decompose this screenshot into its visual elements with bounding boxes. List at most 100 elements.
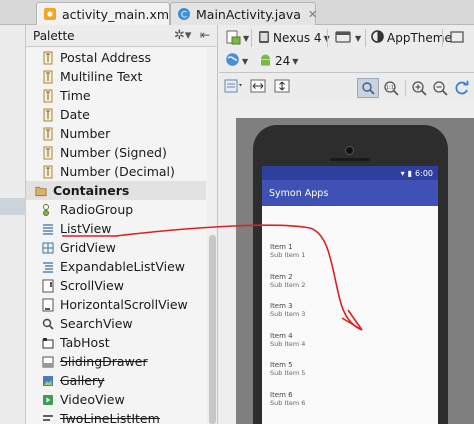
globe-icon [225,52,240,70]
palette-item-label: Time [60,88,91,103]
palette-item-scrollview[interactable]: ScrollView [26,276,206,295]
palette-item-label: TwoLineListItem [60,411,160,424]
palette-list: Postal Address Multiline Text Time Date Numb… [26,48,206,424]
palette-item-gridview[interactable]: GridView [26,238,206,257]
palette-item-twolinelistitem[interactable]: TwoLineListItem [26,409,206,424]
fit-width-icon[interactable] [250,78,266,97]
palette-scrollbar-thumb[interactable] [209,235,216,424]
toolbar-separator [405,80,406,96]
palette-item-label: ScrollView [60,278,124,293]
list-item-subtitle: Sub Item 2 [270,280,306,289]
refresh-icon[interactable] [454,80,470,99]
scroll-view-icon [42,279,54,293]
list-item-subtitle: Sub Item 6 [270,398,306,407]
tab-main-activity-java[interactable]: C MainActivity.java ✕ [170,2,317,25]
design-surface-button[interactable]: ▼ [223,28,251,48]
palette-item-label: SlidingDrawer [60,354,148,369]
palette-item-label: TabHost [60,335,110,350]
list-item-title: Item 6 [270,390,293,399]
api-level: 24 [275,54,291,68]
text-field-icon [42,70,54,84]
collapse-panel-icon[interactable]: ⇤ [200,28,210,42]
zoom-actual-size-icon[interactable]: 1:1 [383,80,399,99]
horizontal-scroll-icon [42,298,54,312]
palette-item-label: Number [60,126,111,141]
orientation-button[interactable]: ▼ [333,28,363,48]
device-selector[interactable]: Nexus 4▼ [256,28,332,48]
grid-view-icon [42,241,54,255]
list-item[interactable]: Item 6 Sub Item 6 [270,391,305,407]
list-item[interactable]: Item 5 Sub Item 5 [270,361,305,377]
palette-item-label: ExpandableListView [60,259,186,274]
palette-item-expandablelistview[interactable]: ExpandableListView [26,257,206,276]
palette-item-label: Date [60,107,90,122]
palette-item-time[interactable]: Time [26,86,206,105]
status-bar: ▾ ▮ 6:00 [262,166,438,180]
palette-item-searchview[interactable]: SearchView [26,314,206,333]
palette-item-gallery[interactable]: Gallery [26,371,206,390]
palette-item-number-signed[interactable]: Number (Signed) [26,143,206,162]
list-item[interactable]: Item 4 Sub Item 4 [270,332,305,348]
palette-item-label: Number (Signed) [60,145,167,160]
activity-icon [450,30,464,47]
palette-item-label: Gallery [60,373,105,388]
svg-text:C: C [181,11,187,21]
api-level-selector[interactable]: 24 ▼ [257,51,300,71]
svg-text:1:1: 1:1 [386,85,394,91]
palette-item-multiline-text[interactable]: Multiline Text [26,67,206,86]
list-item-title: Item 5 [270,361,293,369]
list-item[interactable]: Item 1 Sub Item 1 [270,243,305,259]
tab-activity-main-xml[interactable]: activity_main.xml ✕ [36,2,189,25]
list-item-title: Item 2 [270,272,293,281]
zoom-in-icon[interactable] [411,80,427,99]
palette-item-number[interactable]: Number [26,124,206,143]
app-bar[interactable]: Symon Apps [262,180,438,206]
java-class-icon: C [177,7,191,21]
palette-item-date[interactable]: Date [26,105,206,124]
locale-selector[interactable]: ▼ [223,51,250,71]
phone-speaker [330,158,370,161]
device-name: Nexus 4 [273,31,322,45]
layers-icon [225,29,241,48]
palette-item-containers[interactable]: Containers [26,181,206,200]
palette-item-postal-address[interactable]: Postal Address [26,48,206,67]
search-icon [42,317,54,331]
editor-tab-bar: activity_main.xml ✕ C MainActivity.java … [0,0,474,25]
zoom-to-fit-icon[interactable] [357,78,379,98]
list-item[interactable]: Item 3 Sub Item 3 [270,302,305,318]
palette-item-label: HorizontalScrollView [60,297,188,312]
phone-camera [345,146,354,155]
app-title: Symon Apps [269,187,329,199]
fit-height-icon[interactable] [274,78,290,97]
list-item-subtitle: Sub Item 5 [270,369,306,377]
activity-selector-button[interactable] [448,28,466,48]
sliding-drawer-icon [42,355,54,369]
zoom-out-icon[interactable] [432,80,448,99]
list-item-subtitle: Sub Item 4 [270,339,306,348]
palette-item-horizontalscrollview[interactable]: HorizontalScrollView [26,295,206,314]
gutter-highlight [0,198,26,215]
text-field-icon [42,51,54,65]
palette-item-slidingdrawer[interactable]: SlidingDrawer [26,352,206,371]
palette-item-label: SearchView [60,316,133,331]
palette-item-videoview[interactable]: VideoView [26,390,206,409]
layout-editor-toolbar: ▼ Nexus 4▼ ▼ AppTheme ▼ 24▼ [219,25,474,73]
list-item[interactable]: Item 2 Sub Item 2 [270,273,305,289]
palette-title: Palette [33,28,75,43]
text-field-icon [42,89,54,103]
tab-host-icon [42,336,54,350]
text-field-icon [42,146,54,160]
overflow-icon[interactable] [224,78,244,97]
tab-label: activity_main.xml [62,6,173,22]
palette-item-number-decimal[interactable]: Number (Decimal) [26,162,206,181]
device-icon [258,30,270,47]
zoom-controls: 1:1 [357,76,474,100]
palette-item-listview[interactable]: ListView [26,219,206,238]
close-icon[interactable]: ✕ [308,8,317,21]
palette-item-tabhost[interactable]: TabHost [26,333,206,352]
palette-item-radiogroup[interactable]: RadioGroup [26,200,206,219]
list-item-subtitle: Sub Item 1 [270,251,306,259]
text-field-icon [42,108,54,122]
gear-icon[interactable]: ✲▾ [174,28,191,43]
video-view-icon [42,393,54,407]
